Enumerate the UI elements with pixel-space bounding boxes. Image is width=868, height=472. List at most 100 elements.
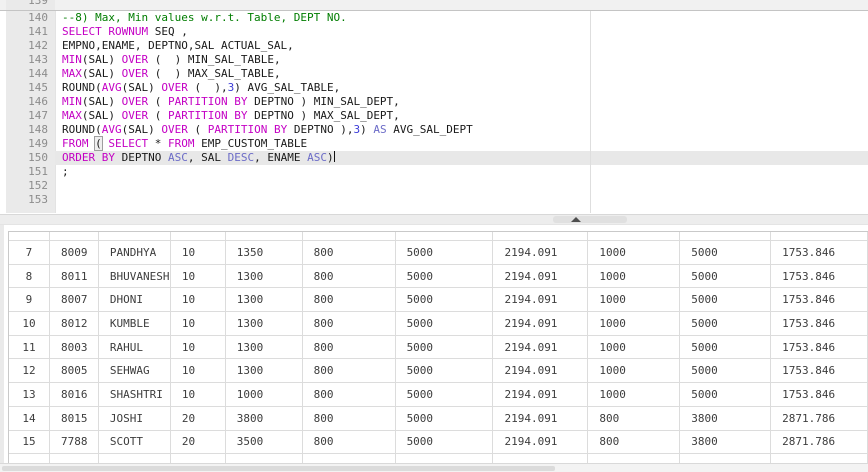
cell-deptno[interactable]: 10 — [171, 241, 226, 264]
cell-empno[interactable]: 7788 — [50, 430, 99, 454]
code-line[interactable]: 143 MIN(SAL) OVER ( ) MIN_SAL_TABLE, — [0, 53, 868, 67]
cell-min-sal-dept[interactable]: 1000 — [588, 335, 681, 359]
cell-min-sal-dept[interactable]: 1000 — [588, 359, 681, 383]
cell-avg-sal-table[interactable]: 2194.091 — [493, 430, 589, 454]
cell-max-sal-table[interactable]: 5000 — [396, 359, 494, 383]
cell-max-sal-table[interactable]: 5000 — [396, 312, 494, 335]
code-line[interactable]: 145 ROUND(AVG(SAL) OVER ( ),3) AVG_SAL_TA… — [0, 81, 868, 95]
cell-ename[interactable] — [99, 232, 171, 240]
cell-actual-sal[interactable] — [226, 454, 303, 463]
cell-max-sal-dept[interactable]: 5000 — [680, 312, 772, 335]
cell-max-sal-table[interactable]: 5000 — [396, 288, 494, 312]
cell-avg-sal-dept[interactable]: 1753.846 — [771, 335, 868, 359]
cell-empno[interactable]: 8005 — [50, 359, 99, 383]
cell-deptno[interactable]: 10 — [171, 312, 226, 335]
cell-empno[interactable] — [50, 232, 99, 240]
cell-max-sal-dept[interactable] — [680, 232, 772, 240]
code-line[interactable]: 146 MIN(SAL) OVER ( PARTITION BY DEPTNO )… — [0, 95, 868, 109]
cell-ename[interactable] — [99, 454, 171, 463]
cell-empno[interactable]: 8015 — [50, 406, 99, 430]
code-line[interactable]: 147 MAX(SAL) OVER ( PARTITION BY DEPTNO )… — [0, 109, 868, 123]
cell-row-number[interactable] — [9, 454, 50, 463]
cell-actual-sal[interactable]: 1300 — [226, 312, 303, 335]
cell-deptno[interactable]: 10 — [171, 288, 226, 312]
cell-avg-sal-table[interactable]: 2194.091 — [493, 383, 589, 406]
cell-avg-sal-table[interactable]: 2194.091 — [493, 406, 589, 430]
cell-min-sal-table[interactable]: 800 — [303, 312, 396, 335]
cell-row-number[interactable]: 9 — [9, 288, 50, 312]
cell-avg-sal-table[interactable]: 2194.091 — [493, 335, 589, 359]
code-line[interactable]: 152 — [0, 179, 868, 193]
code-line[interactable]: 142 EMPNO,ENAME, DEPTNO,SAL ACTUAL_SAL, — [0, 39, 868, 53]
cell-row-number[interactable]: 8 — [9, 264, 50, 288]
cell-actual-sal[interactable]: 1000 — [226, 383, 303, 406]
cell-min-sal-table[interactable] — [303, 454, 396, 463]
cell-avg-sal-table[interactable]: 2194.091 — [493, 241, 589, 264]
sql-editor[interactable]: 139 140 --8) Max, Min values w.r.t. Table… — [0, 0, 868, 213]
cell-row-number[interactable]: 15 — [9, 430, 50, 454]
cell-ename[interactable]: PANDHYA — [99, 241, 171, 264]
cell-max-sal-dept[interactable]: 5000 — [680, 241, 772, 264]
cell-avg-sal-dept[interactable]: 1753.846 — [771, 288, 868, 312]
cell-actual-sal[interactable]: 1300 — [226, 264, 303, 288]
cell-max-sal-dept[interactable]: 5000 — [680, 359, 772, 383]
cell-deptno[interactable]: 10 — [171, 383, 226, 406]
cell-max-sal-dept[interactable]: 5000 — [680, 383, 772, 406]
cell-avg-sal-dept[interactable]: 2871.786 — [771, 406, 868, 430]
cell-deptno[interactable] — [171, 454, 226, 463]
cell-max-sal-table[interactable]: 5000 — [396, 383, 494, 406]
cell-empno[interactable]: 8016 — [50, 383, 99, 406]
cell-avg-sal-dept[interactable]: 1753.846 — [771, 383, 868, 406]
cell-min-sal-table[interactable]: 800 — [303, 335, 396, 359]
cell-avg-sal-table[interactable]: 2194.091 — [493, 288, 589, 312]
code-line[interactable]: 140 --8) Max, Min values w.r.t. Table, DE… — [0, 11, 868, 25]
cell-actual-sal[interactable]: 1300 — [226, 288, 303, 312]
cell-actual-sal[interactable]: 1300 — [226, 359, 303, 383]
cell-min-sal-dept[interactable]: 1000 — [588, 312, 681, 335]
cell-max-sal-table[interactable] — [396, 454, 494, 463]
code-line[interactable]: 153 — [0, 193, 868, 207]
cell-empno[interactable] — [50, 454, 99, 463]
cell-max-sal-table[interactable]: 5000 — [396, 430, 494, 454]
horizontal-scrollbar[interactable] — [0, 463, 868, 472]
cell-actual-sal[interactable]: 1350 — [226, 241, 303, 264]
cell-actual-sal[interactable] — [226, 232, 303, 240]
cell-min-sal-dept[interactable]: 1000 — [588, 264, 681, 288]
cell-actual-sal[interactable]: 3800 — [226, 406, 303, 430]
cell-min-sal-table[interactable]: 800 — [303, 406, 396, 430]
cell-avg-sal-dept[interactable] — [771, 454, 868, 463]
cell-min-sal-table[interactable]: 800 — [303, 430, 396, 454]
cell-deptno[interactable]: 10 — [171, 264, 226, 288]
cell-min-sal-dept[interactable]: 800 — [588, 430, 681, 454]
cell-min-sal-dept[interactable]: 1000 — [588, 383, 681, 406]
cell-ename[interactable]: DHONI — [99, 288, 171, 312]
cell-avg-sal-dept[interactable]: 1753.846 — [771, 359, 868, 383]
cell-min-sal-table[interactable] — [303, 232, 396, 240]
cell-actual-sal[interactable]: 1300 — [226, 335, 303, 359]
cell-ename[interactable]: SHASHTRI — [99, 383, 171, 406]
cell-row-number[interactable]: 13 — [9, 383, 50, 406]
cell-avg-sal-table[interactable] — [493, 232, 589, 240]
cell-row-number[interactable]: 10 — [9, 312, 50, 335]
cell-max-sal-table[interactable]: 5000 — [396, 241, 494, 264]
cell-row-number[interactable]: 14 — [9, 406, 50, 430]
cell-min-sal-table[interactable]: 800 — [303, 359, 396, 383]
cell-ename[interactable]: RAHUL — [99, 335, 171, 359]
splitter-collapse-button[interactable] — [553, 216, 627, 223]
cell-ename[interactable]: SCOTT — [99, 430, 171, 454]
cell-min-sal-dept[interactable] — [588, 232, 681, 240]
cell-row-number[interactable]: 7 — [9, 241, 50, 264]
cell-ename[interactable]: JOSHI — [99, 406, 171, 430]
code-line[interactable]: 151; — [0, 165, 868, 179]
cell-avg-sal-dept[interactable]: 2871.786 — [771, 430, 868, 454]
cell-empno[interactable]: 8003 — [50, 335, 99, 359]
cell-ename[interactable]: KUMBLE — [99, 312, 171, 335]
cell-max-sal-dept[interactable]: 3800 — [680, 430, 772, 454]
cell-ename[interactable]: BHUVANESH — [99, 264, 171, 288]
cell-avg-sal-table[interactable]: 2194.091 — [493, 264, 589, 288]
cell-min-sal-dept[interactable]: 800 — [588, 406, 681, 430]
cell-empno[interactable]: 8012 — [50, 312, 99, 335]
cell-max-sal-dept[interactable]: 3800 — [680, 406, 772, 430]
code-lines[interactable]: 140 --8) Max, Min values w.r.t. Table, DE… — [0, 11, 868, 207]
horizontal-scrollbar-thumb[interactable] — [2, 466, 555, 471]
